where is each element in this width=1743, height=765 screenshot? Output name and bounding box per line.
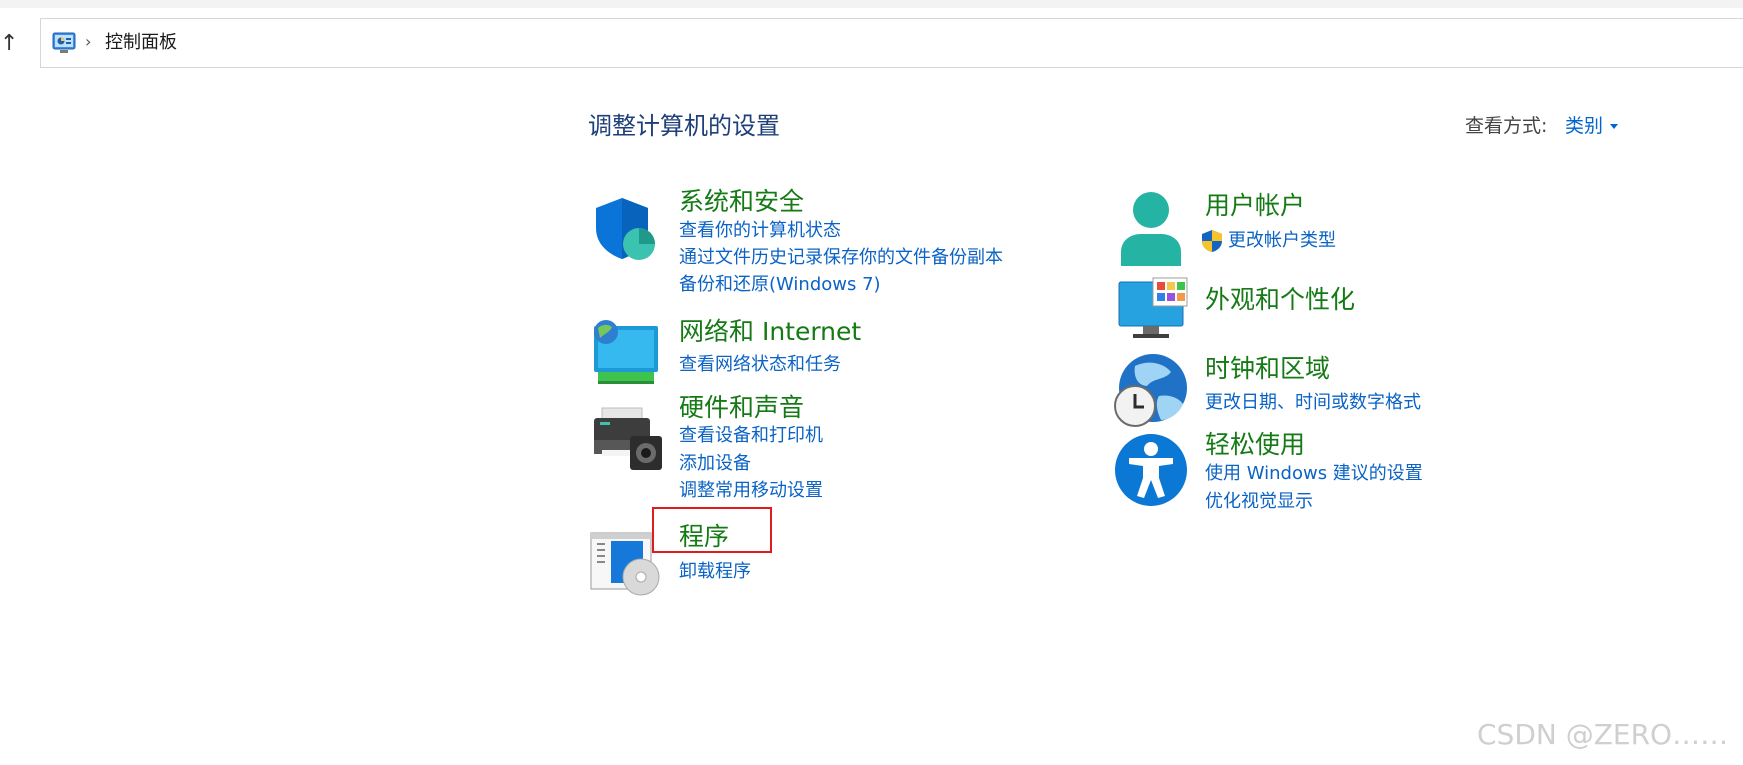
arrow-up-icon[interactable]: ↑ [0, 31, 22, 57]
breadcrumb-separator: › [85, 32, 92, 51]
link-uninstall-program[interactable]: 卸载程序 [679, 560, 751, 584]
window-top-strip [0, 0, 1743, 8]
breadcrumb-control-panel[interactable]: 控制面板 [105, 31, 177, 55]
address-bar[interactable]: › 控制面板 [40, 18, 1743, 68]
link-optimize-visual-display[interactable]: 优化视觉显示 [1205, 490, 1313, 514]
control-panel-icon [52, 32, 76, 53]
category-user-accounts[interactable]: 用户帐户 [1205, 190, 1305, 222]
link-change-account-type[interactable]: 更改帐户类型 [1228, 229, 1336, 253]
printer-icon[interactable] [592, 406, 664, 472]
link-view-computer-status[interactable]: 查看你的计算机状态 [679, 219, 841, 243]
uac-shield-icon [1202, 230, 1222, 252]
watermark-text: CSDN @ZERO…… [1477, 718, 1729, 751]
link-add-device[interactable]: 添加设备 [679, 452, 751, 476]
accessibility-icon[interactable] [1113, 432, 1189, 508]
category-ease-of-access[interactable]: 轻松使用 [1205, 429, 1305, 461]
highlight-annotation-box [652, 507, 772, 553]
shield-icon[interactable] [592, 196, 662, 260]
link-devices-printers[interactable]: 查看设备和打印机 [679, 424, 823, 448]
link-change-date-time-format[interactable]: 更改日期、时间或数字格式 [1205, 391, 1421, 415]
user-icon[interactable] [1117, 190, 1185, 266]
link-mobility-settings[interactable]: 调整常用移动设置 [679, 479, 823, 503]
link-network-status-tasks[interactable]: 查看网络状态和任务 [679, 353, 841, 377]
link-windows-recommended-settings[interactable]: 使用 Windows 建议的设置 [1205, 462, 1423, 486]
category-network-internet[interactable]: 网络和 Internet [679, 316, 861, 348]
category-clock-region[interactable]: 时钟和区域 [1205, 353, 1330, 385]
network-icon[interactable] [590, 318, 662, 386]
link-file-history-backup[interactable]: 通过文件历史记录保存你的文件备份副本 [679, 246, 1003, 270]
category-appearance-personalization[interactable]: 外观和个性化 [1205, 284, 1355, 316]
view-by-label: 查看方式: [1465, 115, 1548, 137]
chevron-down-icon[interactable] [1610, 124, 1618, 129]
view-by-dropdown[interactable]: 类别 [1565, 113, 1603, 139]
globe-clock-icon[interactable] [1113, 352, 1189, 428]
link-backup-restore[interactable]: 备份和还原(Windows 7) [679, 273, 881, 297]
monitor-icon[interactable] [1117, 276, 1189, 340]
category-hardware-sound[interactable]: 硬件和声音 [679, 392, 804, 424]
category-system-security[interactable]: 系统和安全 [679, 186, 804, 218]
page-title: 调整计算机的设置 [588, 112, 780, 140]
